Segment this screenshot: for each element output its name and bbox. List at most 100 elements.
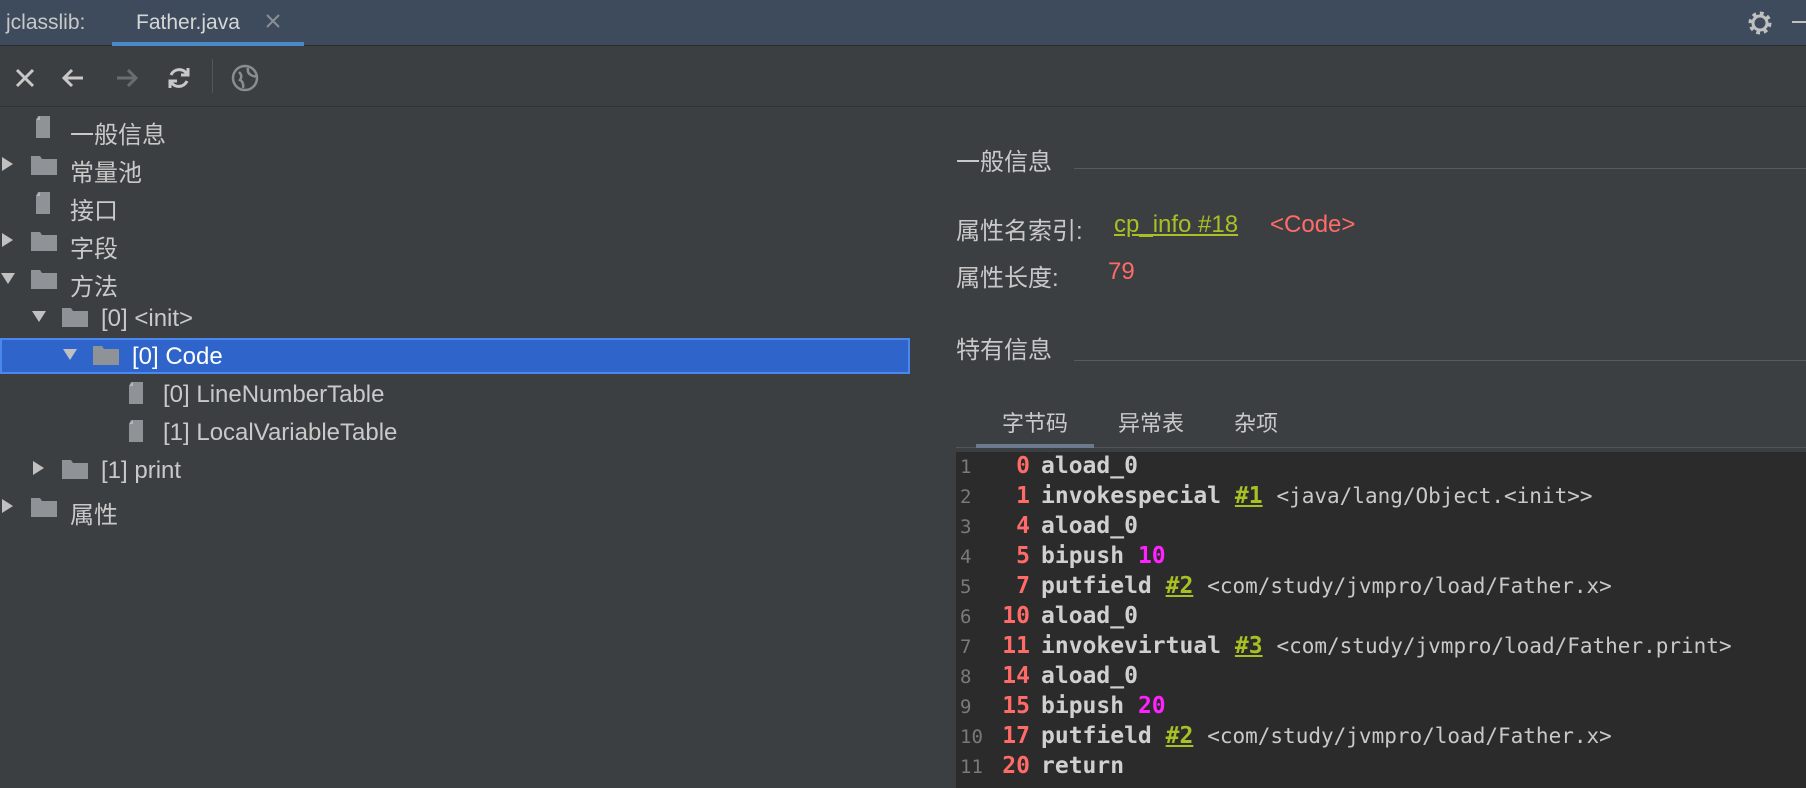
bytecode-line: 11 20 return — [956, 752, 1806, 782]
bytecode-offset: 0 — [1016, 453, 1030, 479]
folder-icon — [30, 267, 58, 291]
folder-icon — [30, 229, 58, 253]
tree-node[interactable]: 接口 — [0, 184, 912, 225]
expand-arrow-icon[interactable] — [60, 344, 80, 364]
tree-node[interactable]: [1] LocalVariableTable — [0, 412, 912, 450]
instruction-comment: <com/study/jvmpro/load/Father.x> — [1207, 574, 1612, 598]
bytecode-offset: 7 — [1016, 573, 1030, 599]
bytecode-instruction: invokevirtual #3 <com/study/jvmpro/load/… — [1041, 633, 1732, 659]
section-divider — [1074, 360, 1806, 361]
tree-node-label: [0] <init> — [101, 305, 194, 332]
close-icon[interactable] — [262, 10, 284, 32]
bytecode-line: 2 1 invokespecial #1 <java/lang/Object.<in… — [956, 482, 1806, 512]
bytecode-listing[interactable]: 1 0 aload_0 2 1 invokespecial #1 <java/lang/O… — [956, 452, 1806, 788]
line-number: 8 — [960, 666, 972, 688]
minimize-icon[interactable] — [1792, 21, 1806, 23]
bytecode-instruction: putfield #2 <com/study/jvmpro/load/Fathe… — [1041, 573, 1612, 599]
toolbar-separator — [212, 59, 213, 93]
refresh-icon[interactable] — [164, 63, 194, 93]
bytecode-offset: 17 — [1002, 723, 1030, 749]
back-arrow-icon[interactable] — [58, 63, 88, 93]
tab-misc[interactable]: 杂项 — [1234, 406, 1278, 438]
attr-name-link[interactable]: cp_info #18 — [1114, 211, 1238, 239]
active-tab-indicator — [112, 42, 304, 46]
bytecode-line: 6 10 aload_0 — [956, 602, 1806, 632]
tree-node-label: [0] LineNumberTable — [163, 381, 385, 408]
tree-node[interactable]: [0] <init> — [0, 298, 912, 336]
bytecode-instruction: bipush 10 — [1041, 543, 1166, 569]
opcode: bipush — [1041, 693, 1125, 719]
attr-name-ref: <Code> — [1270, 211, 1356, 238]
tree-node[interactable]: 方法 — [0, 260, 912, 301]
expand-arrow-icon[interactable] — [29, 306, 49, 326]
constant-pool-link[interactable]: #1 — [1235, 483, 1263, 509]
file-icon — [123, 419, 151, 443]
tree-node-label: [0] Code — [132, 343, 223, 370]
folder-icon — [30, 495, 58, 519]
globe-icon[interactable] — [230, 63, 260, 93]
bytecode-offset: 10 — [1002, 603, 1030, 629]
class-structure-tree: 一般信息 常量池 接口 字段方法 [0] <init> [0] Code [0] LineN… — [0, 108, 912, 788]
line-number: 11 — [960, 756, 983, 778]
tree-node[interactable]: 一般信息 — [0, 108, 912, 149]
collapse-arrow-icon[interactable] — [29, 458, 49, 478]
operand-value: 10 — [1137, 543, 1166, 569]
tab-label: Father.java — [136, 11, 240, 34]
close-icon[interactable] — [10, 63, 40, 93]
tree-node-label: [1] print — [101, 457, 182, 484]
constant-pool-link[interactable]: #2 — [1166, 723, 1194, 749]
line-number: 9 — [960, 696, 972, 718]
bytecode-instruction: aload_0 — [1041, 603, 1138, 629]
line-number: 5 — [960, 576, 972, 598]
bytecode-offset: 20 — [1002, 753, 1030, 779]
toolbar — [0, 47, 1806, 107]
bytecode-instruction: return — [1041, 753, 1124, 779]
tree-node[interactable]: 常量池 — [0, 146, 912, 187]
tree-node-label: 方法 — [70, 274, 118, 301]
file-icon — [30, 191, 58, 215]
expand-arrow-icon[interactable] — [0, 268, 18, 288]
bytecode-offset: 15 — [1002, 693, 1030, 719]
tree-node[interactable]: [0] LineNumberTable — [0, 374, 912, 412]
bytecode-line: 8 14 aload_0 — [956, 662, 1806, 692]
bytecode-line: 5 7 putfield #2 <com/study/jvmpro/load/Fat… — [956, 572, 1806, 602]
attr-length-value: 79 — [1108, 258, 1135, 285]
folder-icon — [92, 343, 120, 367]
detail-pane: 一般信息 属性名索引: cp_info #18 <Code> 属性长度: 7 9 … — [956, 108, 1806, 788]
line-number: 1 — [960, 456, 972, 478]
collapse-arrow-icon[interactable] — [0, 230, 18, 250]
bytecode-line: 1 0 aload_0 — [956, 452, 1806, 482]
line-number: 4 — [960, 546, 972, 568]
folder-icon — [61, 305, 89, 329]
line-number: 10 — [960, 726, 983, 748]
constant-pool-link[interactable]: #3 — [1235, 633, 1263, 659]
bytecode-offset: 5 — [1016, 543, 1030, 569]
collapse-arrow-icon[interactable] — [0, 496, 18, 516]
folder-icon — [30, 153, 58, 177]
tab-exception-table[interactable]: 异常表 — [1118, 406, 1184, 438]
tab-father-java[interactable]: Father.java — [112, 0, 304, 46]
constant-pool-link[interactable]: #2 — [1166, 573, 1194, 599]
tree-node[interactable]: [1] print — [0, 450, 912, 488]
tree-node[interactable]: 属性 — [0, 488, 912, 529]
instruction-comment: <java/lang/Object.<init>> — [1276, 484, 1593, 508]
forward-arrow-icon[interactable] — [112, 63, 142, 93]
opcode: aload_0 — [1041, 663, 1138, 689]
bytecode-instruction: aload_0 — [1041, 453, 1138, 479]
line-number: 3 — [960, 516, 972, 538]
tree-node[interactable]: [0] Code — [0, 336, 912, 374]
section-title-specific: 特有信息 — [956, 337, 1052, 364]
tree-node-label: 属性 — [70, 502, 118, 529]
bytecode-line: 7 11 invokevirtual #3 <com/study/jvmpro/lo… — [956, 632, 1806, 662]
bytecode-instruction: aload_0 — [1041, 663, 1138, 689]
active-subtab-indicator — [976, 444, 1094, 448]
line-number: 2 — [960, 486, 972, 508]
instruction-comment: <com/study/jvmpro/load/Father.x> — [1207, 724, 1612, 748]
line-number: 7 — [960, 636, 972, 658]
tab-bytecode[interactable]: 字节码 — [1002, 406, 1068, 438]
collapse-arrow-icon[interactable] — [0, 154, 18, 174]
tree-node[interactable]: 字段 — [0, 222, 912, 263]
gear-icon[interactable] — [1746, 9, 1774, 37]
opcode: aload_0 — [1041, 513, 1138, 539]
file-icon — [123, 381, 151, 405]
